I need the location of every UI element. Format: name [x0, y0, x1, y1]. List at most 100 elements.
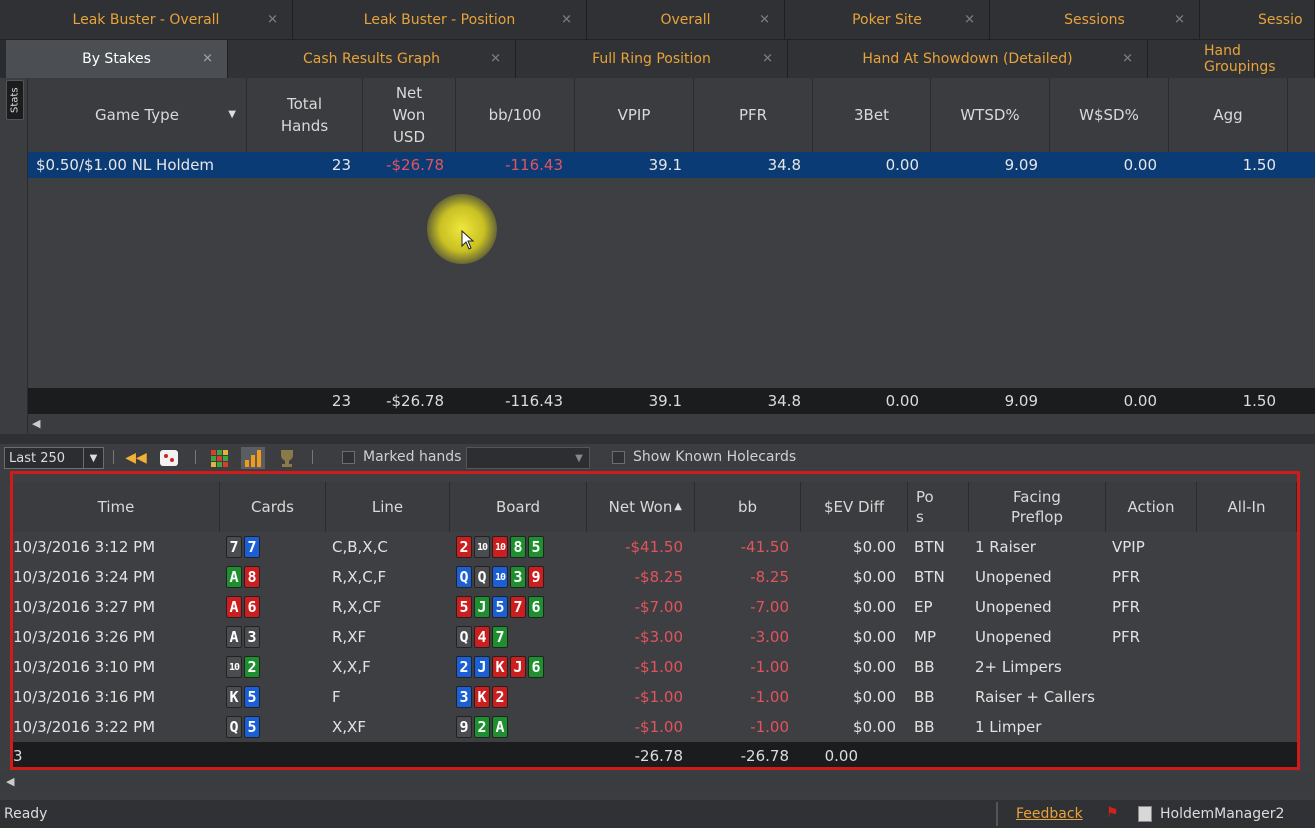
- hand-row[interactable]: 10/3/2016 3:16 PM K 5 F 3 K 2 -$1.00 -1.00 $0.00 B…: [13, 682, 1297, 712]
- col-line[interactable]: Line: [326, 482, 450, 532]
- close-icon[interactable]: ✕: [1122, 52, 1133, 67]
- cell-facing-preflop: Unopened: [975, 568, 1052, 586]
- flag-icon[interactable]: ⚑: [1106, 805, 1119, 821]
- hand-row[interactable]: 10/3/2016 3:22 PM Q 5 X,XF 9 2 A -$1.00 -1.00 $0.…: [13, 712, 1297, 742]
- hands-horizontal-scrollbar[interactable]: ◀: [0, 772, 1315, 792]
- tab-poker-site[interactable]: Poker Site ✕: [785, 0, 990, 39]
- total-pfr: 34.8: [767, 392, 801, 410]
- hand-row[interactable]: 10/3/2016 3:27 PM A 6 R,X,CF 5 J 5 7 6 -$7.00 -7.0…: [13, 592, 1297, 622]
- tab-overall[interactable]: Overall ✕: [587, 0, 785, 39]
- cell-bb: -1.00: [750, 718, 789, 736]
- col-agg[interactable]: Agg: [1169, 78, 1288, 152]
- feedback-link[interactable]: Feedback: [1016, 806, 1083, 822]
- tab-leak-buster-overall[interactable]: Leak Buster - Overall ✕: [0, 0, 293, 39]
- col-net-won[interactable]: Net Won ▲: [587, 482, 695, 532]
- col-wtsd[interactable]: WTSD%: [931, 78, 1050, 152]
- trophy-icon[interactable]: [275, 447, 299, 469]
- show-holecards-checkbox[interactable]: [612, 451, 625, 464]
- col-board[interactable]: Board: [450, 482, 587, 532]
- tab-full-ring-position[interactable]: Full Ring Position ✕: [516, 40, 788, 78]
- grid-icon[interactable]: [208, 447, 232, 469]
- col-facing-preflop[interactable]: Facing Preflop: [969, 482, 1106, 532]
- tab-sessions[interactable]: Sessions ✕: [990, 0, 1200, 39]
- board-cards: 2 10 10 8 5: [456, 536, 544, 558]
- sort-down-icon: ▼: [228, 109, 236, 120]
- col-ev-diff[interactable]: $EV Diff: [801, 482, 908, 532]
- hand-row[interactable]: 10/3/2016 3:10 PM 10 2 X,X,F 2 J K J 6 -$1.00 -1.0…: [13, 652, 1297, 682]
- toolbar-divider: [195, 450, 196, 464]
- hand-row[interactable]: 10/3/2016 3:12 PM 7 7 C,B,X,C 2 10 10 8 5 -$41.50…: [13, 532, 1297, 562]
- board-card: 7: [492, 626, 508, 648]
- col-wsd[interactable]: W$SD%: [1050, 78, 1169, 152]
- cell-ev-diff: $0.00: [853, 658, 896, 676]
- stats-row-selected[interactable]: $0.50/$1.00 NL Holdem 23 -$26.78 -116.43…: [28, 152, 1315, 178]
- scroll-left-icon[interactable]: ◀: [32, 417, 40, 430]
- cell-net-won: -$1.00: [634, 718, 683, 736]
- cell-net-won: -$1.00: [634, 688, 683, 706]
- splitter[interactable]: [0, 434, 1315, 444]
- status-bar: Ready Feedback ⚑ HoldemManager2: [0, 800, 1315, 828]
- cell-bb: -41.50: [740, 538, 789, 556]
- close-icon[interactable]: ✕: [202, 52, 213, 67]
- tab-hand-at-showdown[interactable]: Hand At Showdown (Detailed) ✕: [788, 40, 1148, 78]
- tab-by-stakes[interactable]: By Stakes ✕: [6, 40, 228, 78]
- toolbar-divider: [312, 450, 313, 464]
- close-icon[interactable]: ✕: [490, 52, 501, 67]
- col-net-won-usd[interactable]: Net Won USD: [363, 78, 456, 152]
- tab-label: Hand At Showdown (Detailed): [862, 51, 1073, 67]
- board-card: 2: [456, 656, 472, 678]
- cell-bb: -3.00: [750, 628, 789, 646]
- header-label: VPIP: [617, 106, 651, 124]
- col-cards[interactable]: Cards: [220, 482, 326, 532]
- hand-range-dropdown[interactable]: Last 250 ▼: [4, 447, 104, 469]
- cell-wsd: 0.00: [1123, 156, 1157, 174]
- close-icon[interactable]: ✕: [1174, 13, 1185, 28]
- cell-ev-diff: $0.00: [853, 538, 896, 556]
- tab-cash-results-graph[interactable]: Cash Results Graph ✕: [228, 40, 516, 78]
- col-time[interactable]: Time: [13, 482, 220, 532]
- hands-totals-row: 3 -26.78 -26.78 0.00: [13, 742, 1297, 767]
- tab-sessions-2[interactable]: Sessio: [1200, 0, 1315, 39]
- scroll-left-icon[interactable]: ◀: [6, 775, 14, 788]
- col-position[interactable]: Po s: [908, 482, 969, 532]
- col-pfr[interactable]: PFR: [694, 78, 813, 152]
- col-3bet[interactable]: 3Bet: [813, 78, 931, 152]
- bar-chart-icon[interactable]: [241, 447, 265, 469]
- col-bb100[interactable]: bb/100: [456, 78, 575, 152]
- close-icon[interactable]: ✕: [561, 13, 572, 28]
- close-icon[interactable]: ✕: [267, 13, 278, 28]
- cell-bb: -1.00: [750, 658, 789, 676]
- cell-line: X,XF: [332, 718, 366, 736]
- tab-leak-buster-position[interactable]: Leak Buster - Position ✕: [293, 0, 587, 39]
- cell-net-won: -$7.00: [634, 598, 683, 616]
- close-icon[interactable]: ✕: [762, 52, 773, 67]
- col-total-hands[interactable]: Total Hands: [247, 78, 363, 152]
- marked-hands-combo[interactable]: ▼: [466, 447, 590, 469]
- hole-cards: 77: [226, 536, 260, 558]
- board-card: Q: [456, 566, 472, 588]
- cell-position: EP: [914, 598, 933, 616]
- hole-card: 3: [244, 626, 260, 648]
- cell-board: 2JKJ6: [450, 652, 587, 682]
- replayer-icon[interactable]: [157, 447, 181, 469]
- stats-toggle-button[interactable]: Stats: [6, 80, 24, 120]
- close-icon[interactable]: ✕: [759, 13, 770, 28]
- board-card: Q: [456, 626, 472, 648]
- hand-row[interactable]: 10/3/2016 3:24 PM A 8 R,X,C,F Q Q 10 3 9 -$8.25 -8…: [13, 562, 1297, 592]
- board-card: 8: [510, 536, 526, 558]
- tab-hand-groupings[interactable]: Hand Groupings: [1148, 40, 1315, 78]
- col-action[interactable]: Action: [1106, 482, 1197, 532]
- col-vpip[interactable]: VPIP: [575, 78, 694, 152]
- col-all-in[interactable]: All-In: [1197, 482, 1297, 532]
- rewind-icon[interactable]: ◀◀: [124, 447, 148, 469]
- chevron-down-icon[interactable]: ▼: [569, 448, 589, 468]
- marked-hands-checkbox[interactable]: [342, 451, 355, 464]
- cell-board: 2 10 10 8 5: [450, 532, 587, 562]
- close-icon[interactable]: ✕: [964, 13, 975, 28]
- col-game-type[interactable]: Game Type ▼: [28, 78, 247, 152]
- hand-row[interactable]: 10/3/2016 3:26 PM A 3 R,XF Q 4 7 -$3.00 -3.00 $0.…: [13, 622, 1297, 652]
- col-bb[interactable]: bb: [695, 482, 801, 532]
- chevron-down-icon[interactable]: ▼: [83, 448, 103, 468]
- cell-empty: [220, 742, 326, 767]
- stats-horizontal-scrollbar[interactable]: ◀: [28, 414, 1315, 434]
